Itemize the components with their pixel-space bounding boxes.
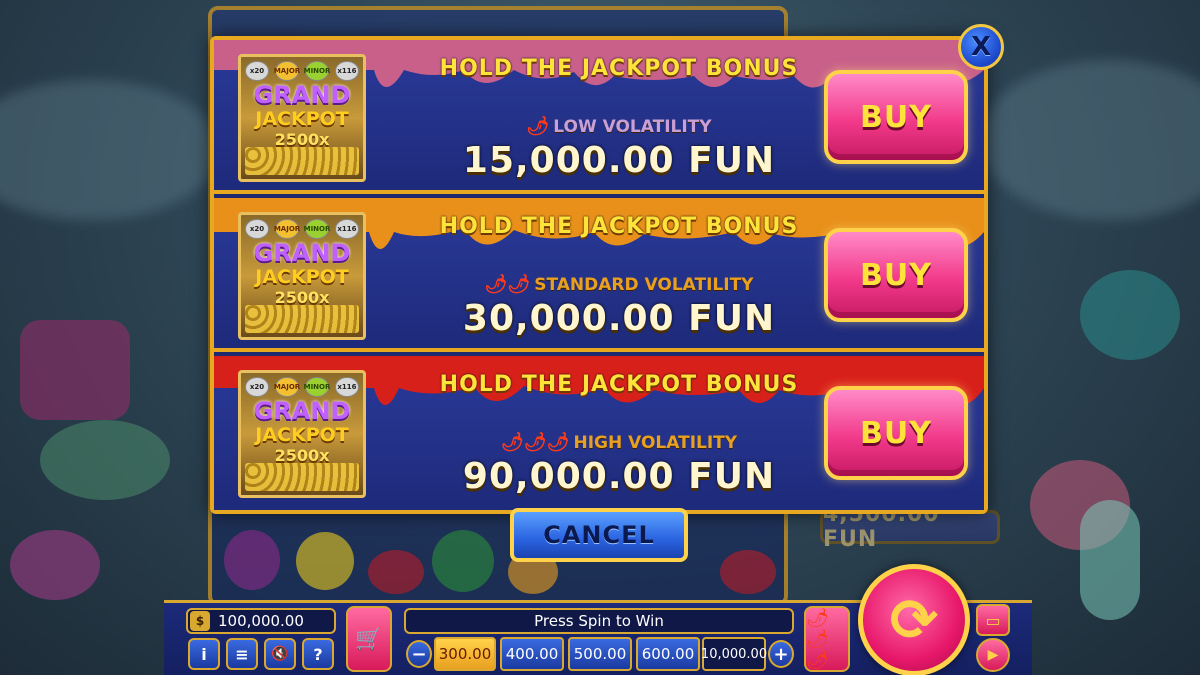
cherry-symbol: [720, 550, 776, 594]
offer-price: 90,000.00 FUN: [462, 456, 776, 497]
cherry-symbol: [368, 550, 424, 594]
bet-option[interactable]: 500.00: [568, 637, 632, 671]
bonus-offer-standard: x20 MAJOR MINOR x116 GRAND JACKPOT 2500x…: [214, 198, 984, 352]
watermelon-symbol: [432, 530, 494, 592]
volatility-text: LOW VOLATILITY: [553, 116, 712, 137]
buy-button-standard[interactable]: BUY: [824, 228, 968, 322]
buy-button-low[interactable]: BUY: [824, 70, 968, 164]
chili-icon: 🌶🌶: [484, 274, 531, 295]
volatility-text: STANDARD VOLATILITY: [534, 274, 754, 295]
autoplay-button[interactable]: ▭: [976, 604, 1010, 636]
volatility-button[interactable]: 🌶🌶🌶: [804, 606, 850, 672]
chili-icon: 🌶🌶🌶: [806, 607, 829, 671]
bet-option[interactable]: 300.00: [434, 637, 496, 671]
lemon-symbol: [296, 532, 354, 590]
spin-button[interactable]: ⟳: [858, 564, 970, 675]
offer-title: HOLD THE JACKPOT BONUS: [439, 372, 799, 397]
turbo-button[interactable]: ▶: [976, 638, 1010, 672]
jackpot-text: JACKPOT: [255, 108, 349, 130]
bonus-offer-high: x20 MAJOR MINOR x116 GRAND JACKPOT 2500x…: [214, 356, 984, 510]
jackpot-text: JACKPOT: [255, 424, 349, 446]
multiplier-row: x20 MAJOR MINOR x116: [245, 61, 359, 81]
bet-option[interactable]: 600.00: [636, 637, 700, 671]
coins-image: [245, 463, 359, 491]
major-badge: MAJOR: [274, 61, 300, 81]
multiplier-badge: x20: [245, 219, 269, 239]
background-candy: [20, 320, 130, 420]
multiplier-badge: x116: [335, 219, 359, 239]
volatility-label: 🌶🌶🌶 HIGH VOLATILITY: [404, 432, 834, 453]
volatility-label: 🌶🌶 STANDARD VOLATILITY: [404, 274, 834, 295]
help-button[interactable]: ?: [302, 638, 334, 670]
minor-badge: MINOR: [304, 219, 330, 239]
jackpot-thumbnail: x20 MAJOR MINOR x116 GRAND JACKPOT 2500x: [238, 54, 366, 182]
buy-bonus-modal: x20 MAJOR MINOR x116 GRAND JACKPOT 2500x…: [210, 36, 988, 514]
multiplier-badge: x116: [335, 377, 359, 397]
coins-image: [245, 305, 359, 333]
grand-text: GRAND: [253, 81, 351, 109]
bet-option[interactable]: 10,000.00: [701, 637, 767, 671]
grand-text: GRAND: [253, 239, 351, 267]
cancel-button[interactable]: CANCEL: [510, 508, 688, 562]
sound-toggle-button[interactable]: 🔇: [264, 638, 296, 670]
chili-icon: 🌶🌶🌶: [500, 432, 570, 453]
background-candy: [40, 420, 170, 500]
close-button[interactable]: X: [958, 24, 1004, 70]
menu-button[interactable]: ≡: [226, 638, 258, 670]
background-candy: [10, 530, 100, 600]
play-icon: ▶: [987, 647, 999, 663]
bet-increase-button[interactable]: +: [768, 640, 794, 668]
multiplier-badge: x20: [245, 61, 269, 81]
balance-display: $ 100,000.00: [186, 608, 336, 634]
background-cloud: [980, 60, 1200, 220]
cart-icon: 🛒: [355, 626, 383, 652]
buy-feature-button[interactable]: 🛒: [346, 606, 392, 672]
bonus-offer-low: x20 MAJOR MINOR x116 GRAND JACKPOT 2500x…: [214, 40, 984, 194]
bet-decrease-button[interactable]: −: [406, 640, 432, 668]
background-candy: [1080, 270, 1180, 360]
grape-symbol: [224, 530, 280, 590]
multiplier-row: x20 MAJOR MINOR x116: [245, 377, 359, 397]
offer-title: HOLD THE JACKPOT BONUS: [439, 214, 799, 239]
minor-badge: MINOR: [304, 377, 330, 397]
minor-badge: MINOR: [304, 61, 330, 81]
multiplier-row: x20 MAJOR MINOR x116: [245, 219, 359, 239]
screen-icon: ▭: [985, 610, 1001, 630]
status-message: Press Spin to Win: [404, 608, 794, 634]
major-badge: MAJOR: [274, 377, 300, 397]
jackpot-text: JACKPOT: [255, 266, 349, 288]
volatility-text: HIGH VOLATILITY: [573, 432, 738, 453]
jackpot-thumbnail: x20 MAJOR MINOR x116 GRAND JACKPOT 2500x: [238, 212, 366, 340]
volatility-label: 🌶 LOW VOLATILITY: [404, 116, 834, 137]
coins-image: [245, 147, 359, 175]
jackpot-thumbnail: x20 MAJOR MINOR x116 GRAND JACKPOT 2500x: [238, 370, 366, 498]
grand-text: GRAND: [253, 397, 351, 425]
offer-price: 15,000.00 FUN: [462, 140, 776, 181]
chili-icon: 🌶: [526, 116, 550, 137]
major-badge: MAJOR: [274, 219, 300, 239]
balance-value: 100,000.00: [218, 612, 304, 630]
side-win-display: 4,500.00 FUN: [820, 502, 1000, 552]
buy-button-high[interactable]: BUY: [824, 386, 968, 480]
background-candy: [1080, 500, 1140, 620]
money-bag-icon: $: [190, 611, 210, 631]
background-cloud: [0, 80, 220, 220]
offer-price: 30,000.00 FUN: [462, 298, 776, 339]
multiplier-badge: x116: [335, 61, 359, 81]
bet-option[interactable]: 400.00: [500, 637, 564, 671]
offer-title: HOLD THE JACKPOT BONUS: [439, 56, 799, 81]
info-button[interactable]: i: [188, 638, 220, 670]
multiplier-badge: x20: [245, 377, 269, 397]
